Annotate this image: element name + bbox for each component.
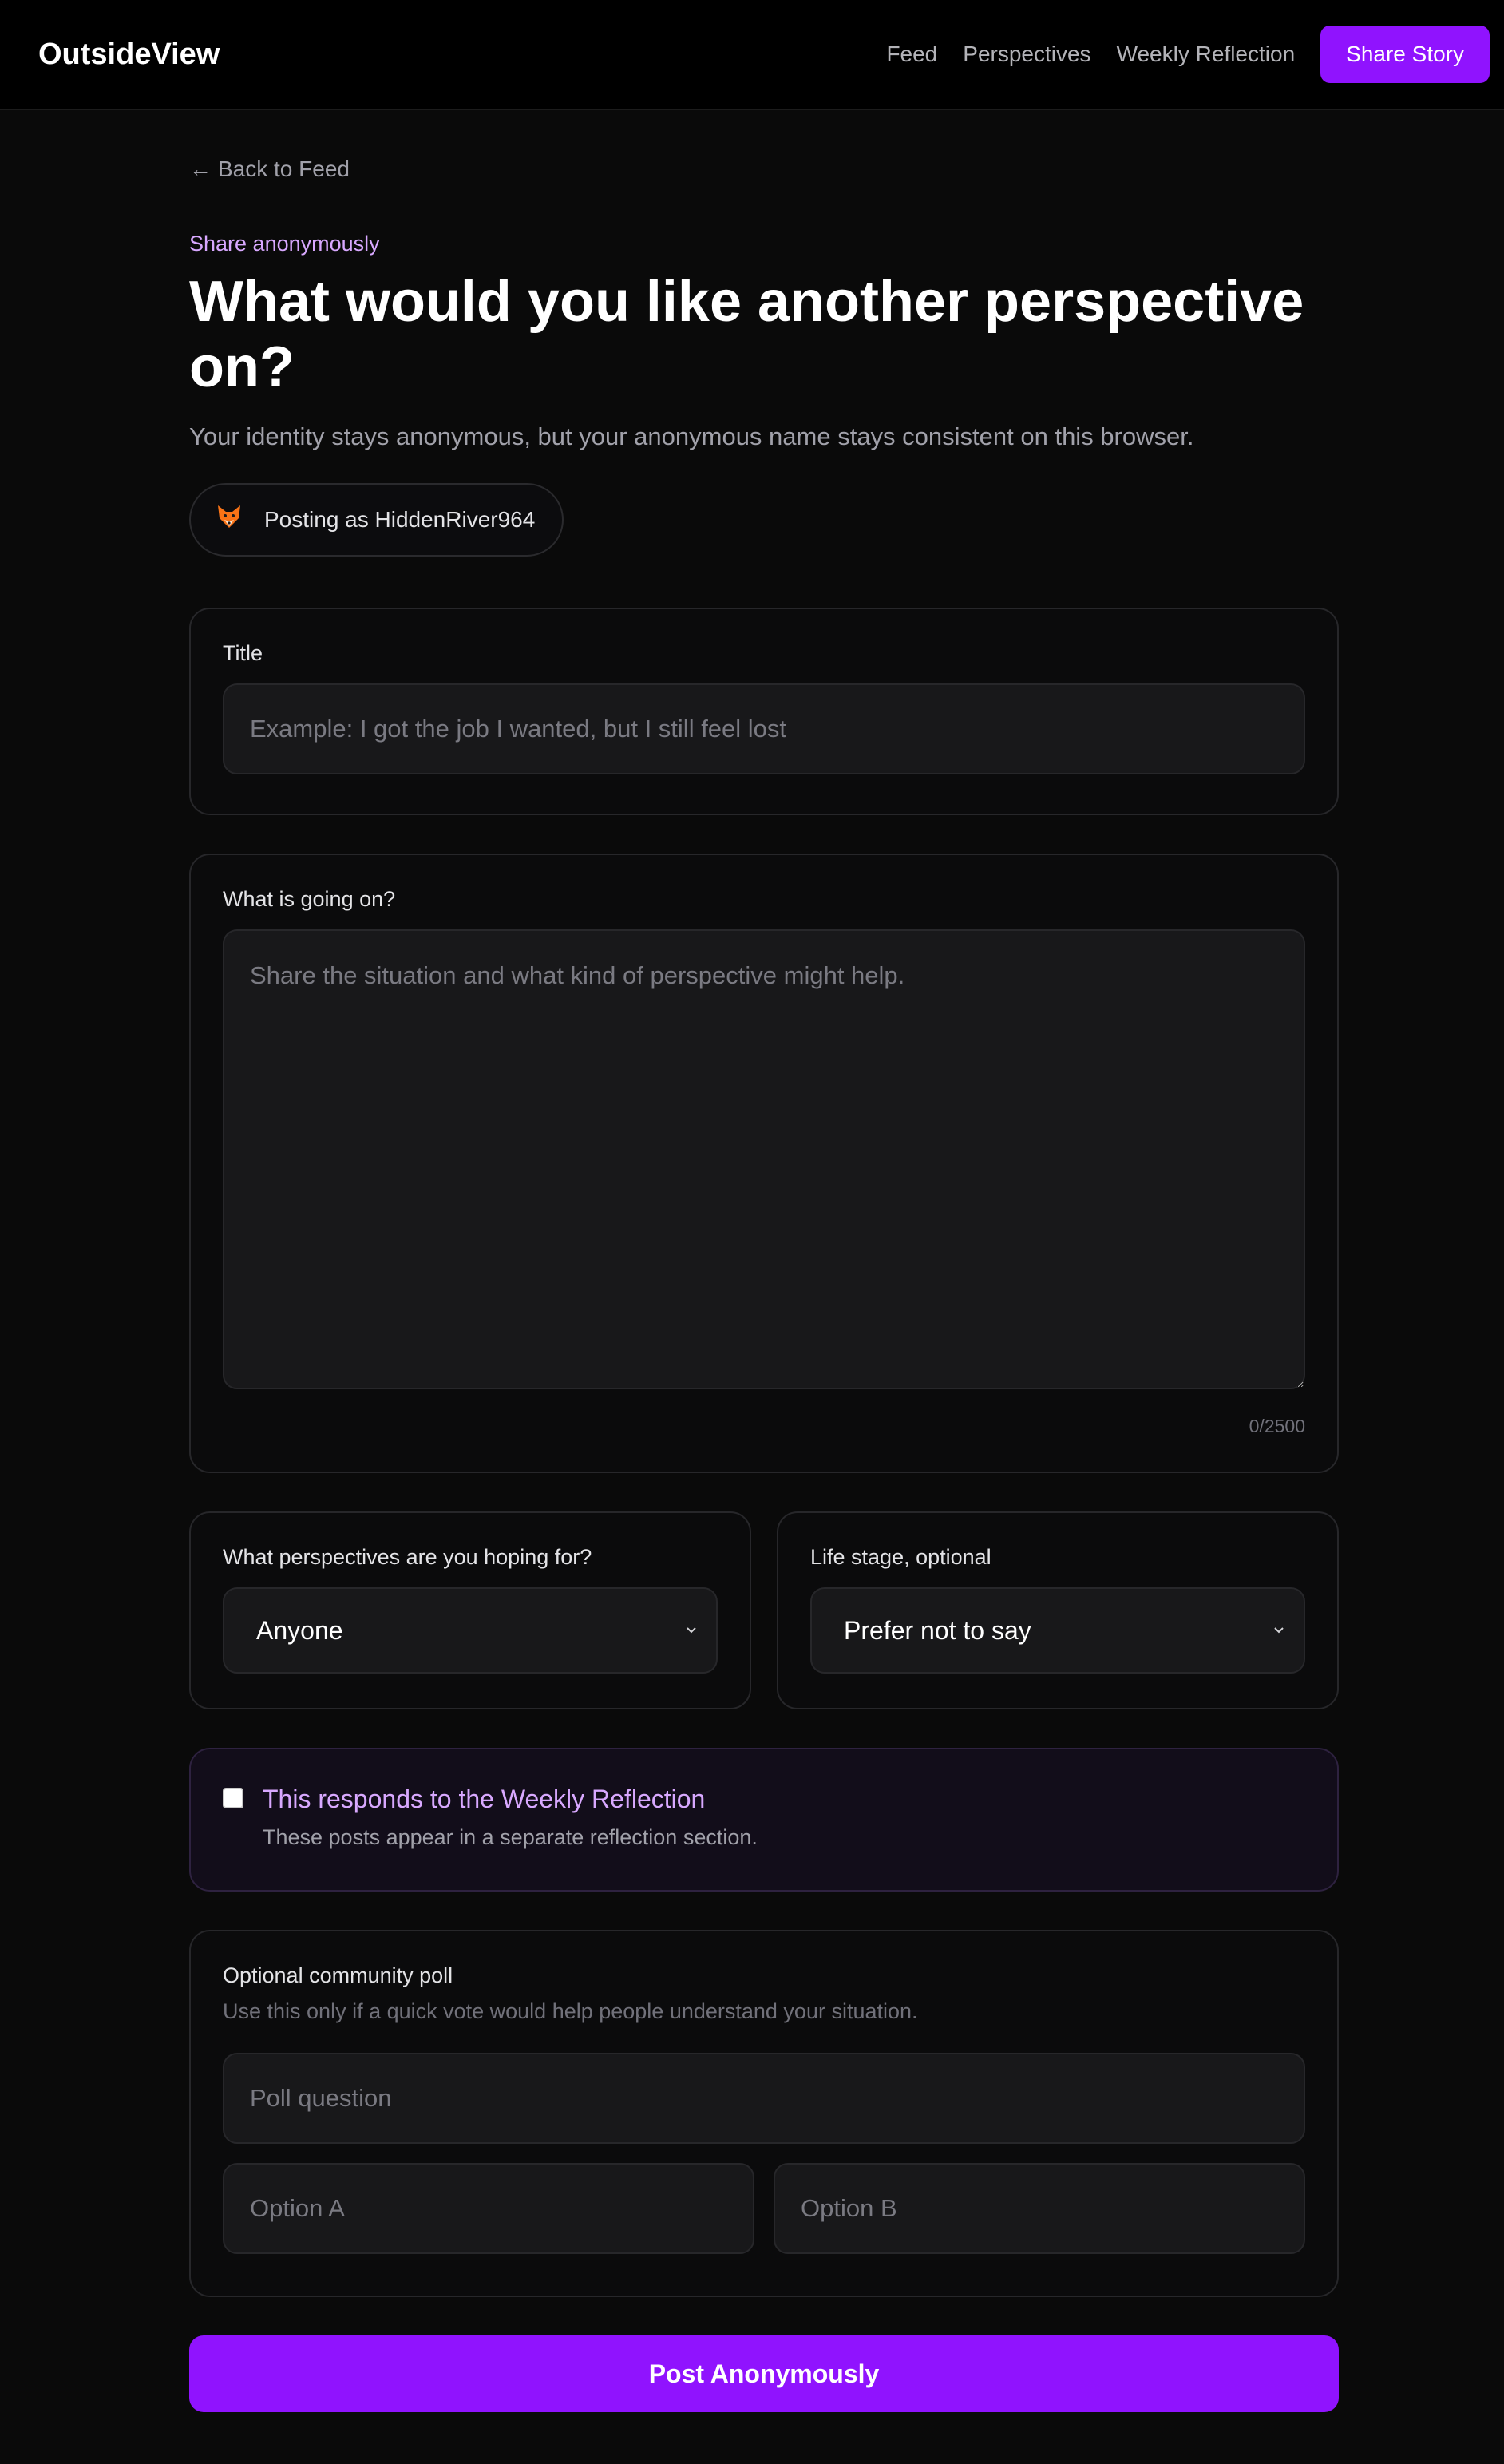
title-input[interactable] [223, 683, 1305, 774]
chevron-down-icon [687, 1627, 696, 1634]
nav-link-weekly-reflection[interactable]: Weekly Reflection [1117, 42, 1296, 67]
title-card: Title [189, 608, 1339, 815]
poll-options-row [223, 2163, 1305, 2254]
perspectives-select[interactable]: Anyone [223, 1587, 718, 1674]
top-nav: OutsideView Feed Perspectives Weekly Ref… [0, 0, 1504, 110]
arrow-left-icon: ← [189, 156, 212, 181]
perspectives-card: What perspectives are you hoping for? An… [189, 1511, 751, 1709]
fox-icon [215, 502, 243, 538]
poll-label: Optional community poll [223, 1963, 453, 1987]
weekly-reflection-option: This responds to the Weekly Reflection T… [189, 1748, 1339, 1892]
poll-card: Optional community poll Use this only if… [189, 1930, 1339, 2297]
eyebrow-label: Share anonymously [189, 232, 380, 256]
chevron-down-icon [1274, 1627, 1284, 1634]
weekly-reflection-checkbox[interactable] [223, 1788, 243, 1808]
post-anonymously-button[interactable]: Post Anonymously [189, 2335, 1339, 2412]
posting-as-label: Posting as HiddenRiver964 [264, 507, 536, 532]
share-story-button[interactable]: Share Story [1320, 26, 1490, 83]
main-content: ← Back to Feed Share anonymously What wo… [189, 110, 1339, 2412]
situation-label: What is going on? [223, 887, 396, 911]
nav-link-feed[interactable]: Feed [886, 42, 937, 67]
brand-logo[interactable]: OutsideView [38, 38, 220, 72]
title-label: Title [223, 641, 263, 665]
identity-badge: Posting as HiddenRiver964 [189, 483, 564, 557]
poll-option-a-input[interactable] [223, 2163, 754, 2254]
character-counter: 0/2500 [1249, 1416, 1305, 1436]
nav-link-perspectives[interactable]: Perspectives [963, 42, 1090, 67]
life-stage-selected-value: Prefer not to say [844, 1615, 1031, 1645]
situation-card: What is going on? 0/2500 [189, 854, 1339, 1473]
life-stage-label: Life stage, optional [810, 1545, 991, 1569]
life-stage-select[interactable]: Prefer not to say [810, 1587, 1305, 1674]
back-to-feed-link[interactable]: ← Back to Feed [189, 156, 350, 182]
page-title: What would you like another perspective … [189, 270, 1304, 399]
select-row: What perspectives are you hoping for? An… [189, 1511, 1339, 1709]
page-subtitle: Your identity stays anonymous, but your … [189, 422, 1194, 450]
weekly-reflection-title[interactable]: This responds to the Weekly Reflection [263, 1785, 758, 1814]
perspectives-label: What perspectives are you hoping for? [223, 1545, 592, 1569]
weekly-reflection-description: These posts appear in a separate reflect… [263, 1825, 758, 1849]
poll-option-b-input[interactable] [774, 2163, 1305, 2254]
poll-question-input[interactable] [223, 2053, 1305, 2144]
perspectives-selected-value: Anyone [256, 1615, 343, 1645]
back-link-label: Back to Feed [218, 156, 350, 181]
life-stage-card: Life stage, optional Prefer not to say [777, 1511, 1339, 1709]
weekly-reflection-text: This responds to the Weekly Reflection T… [263, 1785, 758, 1850]
nav-links: Feed Perspectives Weekly Reflection Shar… [861, 26, 1490, 83]
poll-description: Use this only if a quick vote would help… [223, 1999, 918, 2023]
situation-textarea[interactable] [223, 929, 1305, 1389]
